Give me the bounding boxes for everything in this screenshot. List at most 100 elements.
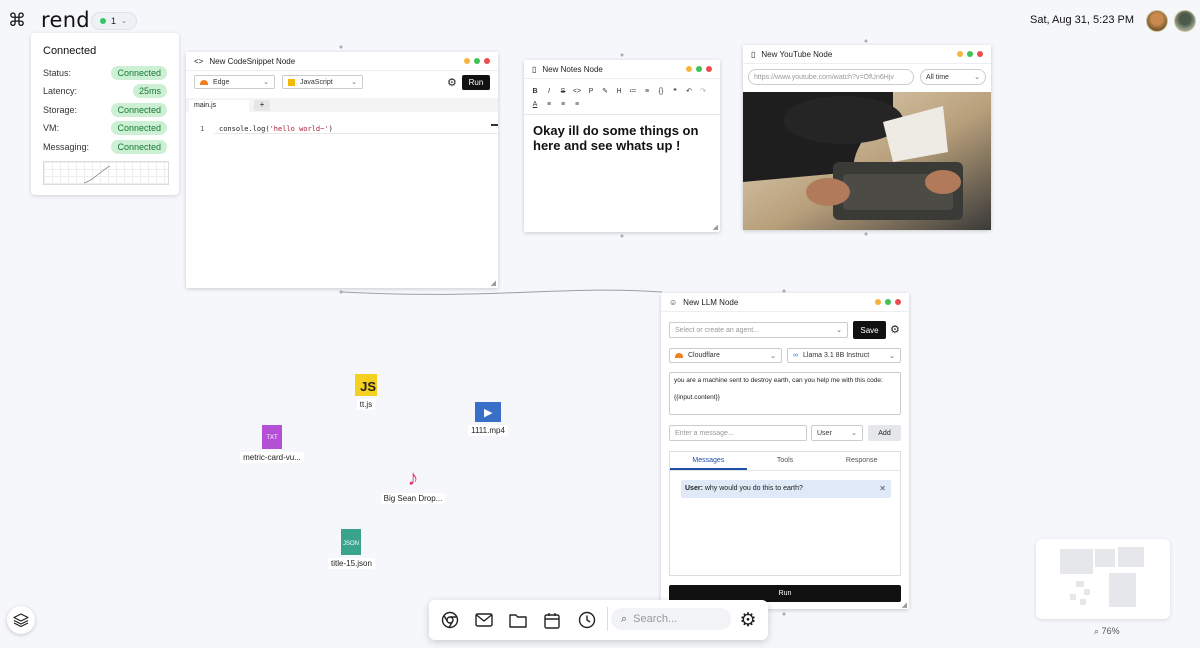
node-header[interactable]: ☺ New LLM Node: [661, 293, 909, 312]
save-button[interactable]: Save: [853, 321, 886, 339]
align-center-icon[interactable]: ≡: [556, 101, 570, 108]
tab-main-js[interactable]: main.js: [189, 100, 249, 112]
video-player[interactable]: [743, 92, 991, 230]
message-text: why would you do this to earth?: [704, 485, 803, 492]
bold-icon[interactable]: B: [528, 88, 542, 95]
close-icon[interactable]: [484, 58, 490, 64]
desktop-file[interactable]: TXT metric-card-vu...: [240, 425, 304, 463]
highlight-icon[interactable]: ✎: [598, 87, 612, 95]
notes-node[interactable]: ▯ New Notes Node B I S <> P ✎ H ≔ ≡{} ❝ ↶ ↷ A ≡ ≡ ≡ Ok…: [524, 60, 720, 232]
undo-icon[interactable]: ↶: [682, 87, 696, 95]
align-left-icon[interactable]: ≡: [542, 101, 556, 108]
code-block-icon[interactable]: {}: [654, 88, 668, 95]
paragraph-icon[interactable]: P: [584, 88, 598, 95]
time-filter-select[interactable]: All time ⌄: [920, 69, 986, 85]
add-tab-button[interactable]: +: [254, 100, 270, 111]
resize-handle-icon[interactable]: ◢: [902, 601, 907, 609]
bullet-list-icon[interactable]: ≔: [626, 87, 640, 95]
layers-button[interactable]: [7, 606, 35, 634]
role-value: User: [817, 429, 832, 437]
code-line[interactable]: console.log('hello world~'): [219, 125, 333, 133]
node-title: New Notes Node: [542, 64, 603, 74]
minimize-icon[interactable]: [686, 66, 692, 72]
gear-icon[interactable]: ⚙: [890, 323, 900, 336]
resize-handle-icon[interactable]: ◢: [491, 279, 496, 287]
tab-messages[interactable]: Messages: [670, 452, 747, 470]
node-header[interactable]: ▯ New Notes Node: [524, 60, 720, 79]
text-color-icon[interactable]: A: [528, 101, 542, 108]
cloudflare-icon: [675, 353, 683, 358]
close-icon[interactable]: [977, 51, 983, 57]
resize-handle-icon[interactable]: ◢: [713, 223, 718, 231]
code-icon[interactable]: <>: [570, 88, 584, 95]
agent-placeholder: Select or create an agent...: [675, 326, 760, 334]
document-icon: ▯: [751, 49, 756, 59]
youtube-url-input[interactable]: https://www.youtube.com/watch?v=OfUn6Hjv: [748, 69, 914, 85]
role-select[interactable]: User ⌄: [811, 425, 863, 441]
language-select[interactable]: JavaScript ⌄: [282, 75, 363, 89]
note-content[interactable]: Okay ill do some things on here and see …: [533, 123, 713, 153]
strikethrough-icon[interactable]: S: [556, 88, 570, 95]
search-input[interactable]: ⌕ Search...: [611, 608, 731, 630]
ordered-list-icon[interactable]: ≡: [640, 88, 654, 95]
dock-divider: [607, 607, 608, 631]
tab-response[interactable]: Response: [823, 452, 900, 470]
node-header[interactable]: ▯ New YouTube Node: [743, 45, 991, 64]
status-row: Latency: 25ms: [43, 84, 167, 98]
desktop-file[interactable]: JS tt.js: [343, 374, 389, 410]
zoom-indicator[interactable]: ⌕ 76%: [1094, 626, 1120, 637]
minimap-node: [1095, 549, 1115, 567]
prompt-line: you are a machine sent to destroy earth,…: [674, 377, 883, 384]
close-icon[interactable]: [706, 66, 712, 72]
settings-gear-icon[interactable]: ⚙: [738, 610, 758, 631]
add-message-button[interactable]: Add: [868, 425, 901, 441]
codesnippet-node[interactable]: <> New CodeSnippet Node Edge ⌄ JavaScrip…: [186, 52, 498, 288]
minimap[interactable]: [1036, 539, 1170, 619]
mail-icon[interactable]: [474, 610, 494, 630]
minimap-node: [1080, 599, 1086, 605]
desktop-file[interactable]: ▶ 1111.mp4: [465, 402, 511, 436]
message-item: User: why would you do this to earth? ✕: [681, 480, 891, 498]
vm-badge: Connected: [111, 121, 167, 135]
message-input[interactable]: Enter a message...: [669, 425, 807, 441]
maximize-icon[interactable]: [696, 66, 702, 72]
maximize-icon[interactable]: [474, 58, 480, 64]
italic-icon[interactable]: I: [542, 88, 556, 95]
youtube-node[interactable]: ▯ New YouTube Node https://www.youtube.c…: [743, 45, 991, 230]
desktop-file[interactable]: JSON title-15.json: [328, 529, 375, 569]
close-icon[interactable]: ✕: [879, 480, 886, 498]
heading-icon[interactable]: H: [612, 88, 626, 95]
minimize-icon[interactable]: [464, 58, 470, 64]
tab-tools[interactable]: Tools: [747, 452, 824, 470]
runtime-value: Edge: [213, 78, 230, 86]
folder-icon[interactable]: [508, 610, 528, 630]
run-button[interactable]: Run: [462, 75, 490, 90]
model-select[interactable]: ∞ Llama 3.1 8B Instruct ⌄: [787, 348, 901, 363]
align-right-icon[interactable]: ≡: [570, 101, 584, 108]
llm-node[interactable]: ☺ New LLM Node Select or create an agent…: [661, 293, 909, 609]
chrome-icon[interactable]: [440, 610, 460, 630]
calendar-icon[interactable]: [542, 610, 562, 630]
close-icon[interactable]: [895, 299, 901, 305]
quote-icon[interactable]: ❝: [668, 87, 682, 95]
code-string: 'hello world~': [269, 125, 329, 133]
minimap-node: [1076, 581, 1084, 587]
maximize-icon[interactable]: [885, 299, 891, 305]
language-value: JavaScript: [300, 78, 333, 86]
maximize-icon[interactable]: [967, 51, 973, 57]
redo-icon[interactable]: ↷: [696, 87, 710, 95]
system-prompt-textarea[interactable]: you are a machine sent to destroy earth,…: [669, 372, 901, 415]
tab-bar: Messages Tools Response: [670, 452, 900, 471]
minimize-icon[interactable]: [875, 299, 881, 305]
gear-icon[interactable]: ⚙: [447, 76, 457, 89]
node-header[interactable]: <> New CodeSnippet Node: [186, 52, 498, 71]
minimap-node: [1118, 547, 1144, 567]
chevron-down-icon: ⌄: [974, 74, 980, 81]
agent-select[interactable]: Select or create an agent... ⌄: [669, 322, 848, 338]
provider-select[interactable]: Cloudflare ⌄: [669, 348, 782, 363]
clock-icon[interactable]: [577, 610, 597, 630]
minimize-icon[interactable]: [957, 51, 963, 57]
runtime-select[interactable]: Edge ⌄: [194, 75, 275, 89]
video-thumbnail: [743, 92, 991, 230]
desktop-file[interactable]: ♪ Big Sean Drop...: [380, 466, 446, 504]
